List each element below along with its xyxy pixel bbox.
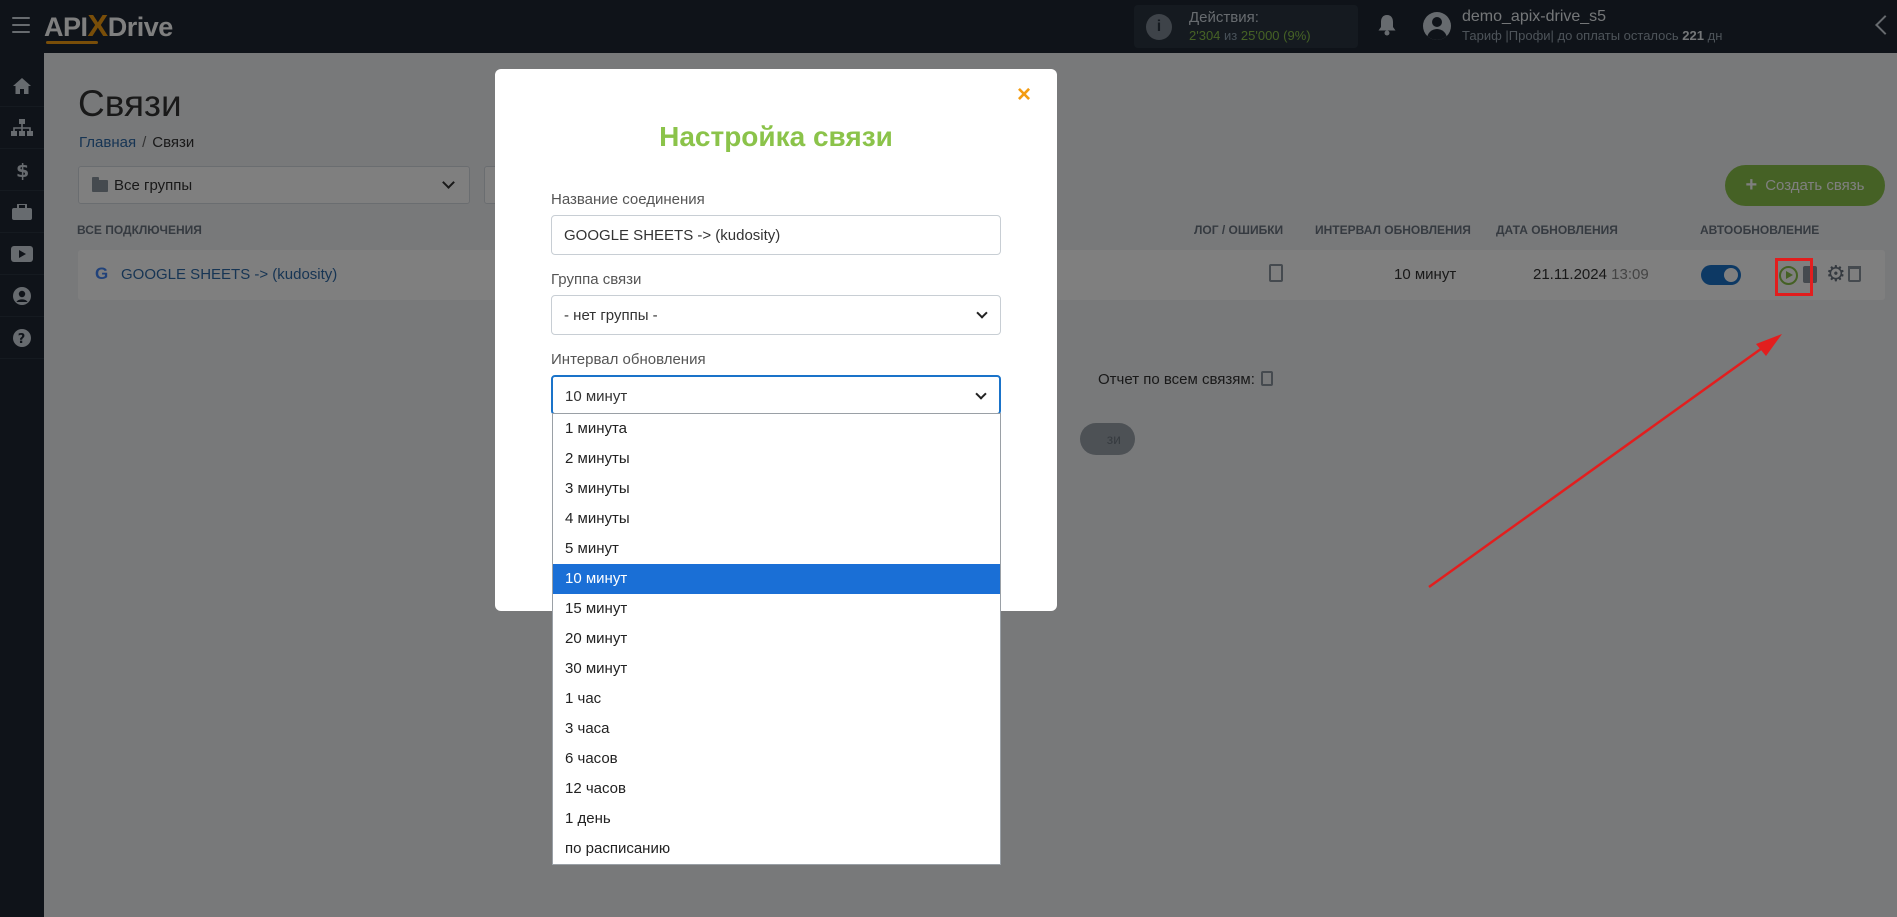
annotation-arrow (1428, 334, 1782, 589)
